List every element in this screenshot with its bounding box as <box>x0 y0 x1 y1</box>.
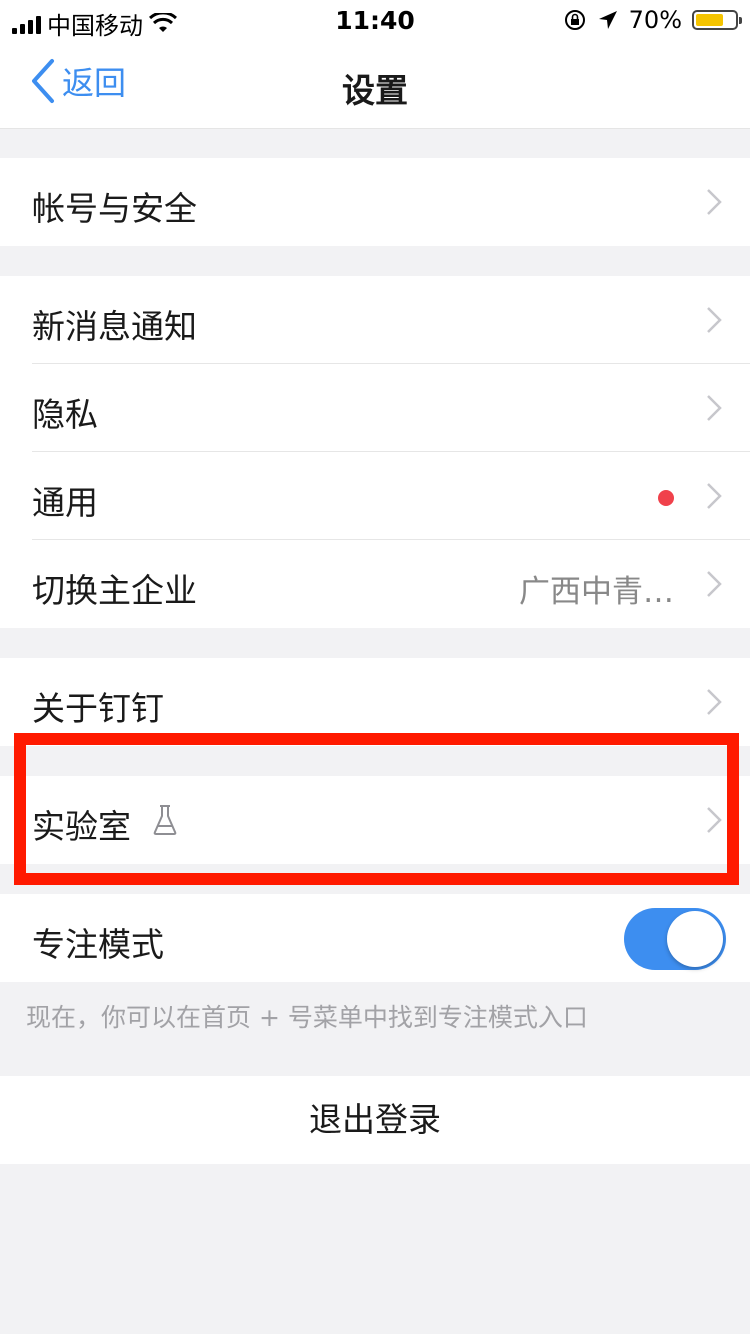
highlight-frame <box>14 733 739 885</box>
location-arrow-icon <box>598 11 617 29</box>
chevron-right-icon <box>707 189 722 215</box>
toggle-knob <box>667 911 723 967</box>
focus-mode-toggle[interactable] <box>624 908 726 970</box>
battery-icon <box>692 10 742 30</box>
chevron-right-icon <box>707 571 722 597</box>
setting-new-message-notice[interactable]: 新消息通知 <box>0 276 750 364</box>
battery-percent: 70% <box>628 6 682 34</box>
page-title: 设置 <box>342 71 408 110</box>
enterprise-value: 广西中青… <box>519 574 674 610</box>
orientation-lock-icon <box>564 10 585 30</box>
unread-dot-badge <box>658 490 674 506</box>
chevron-right-icon <box>707 689 722 715</box>
setting-general[interactable]: 通用 <box>0 452 750 540</box>
focus-mode-hint: 现在，你可以在首页 + 号菜单中找到专注模式入口 <box>26 1003 588 1032</box>
chevron-right-icon <box>707 483 722 509</box>
status-bar: 中国移动 11:40 70% <box>0 0 750 40</box>
logout-button[interactable]: 退出登录 <box>0 1076 750 1164</box>
setting-focus-mode: 专注模式 <box>0 894 750 982</box>
status-right: 70% <box>563 6 742 34</box>
setting-account-security[interactable]: 帐号与安全 <box>0 158 750 246</box>
setting-privacy[interactable]: 隐私 <box>0 364 750 452</box>
chevron-right-icon <box>707 307 722 333</box>
nav-bar: 返回 设置 <box>0 40 750 129</box>
setting-label: 专注模式 <box>32 925 164 964</box>
setting-label: 关于钉钉 <box>32 689 164 728</box>
chevron-right-icon <box>707 395 722 421</box>
setting-label: 通用 <box>32 483 98 522</box>
setting-label: 帐号与安全 <box>32 189 197 228</box>
setting-switch-enterprise[interactable]: 切换主企业 广西中青… <box>0 540 750 628</box>
battery-fill <box>696 14 723 26</box>
setting-label: 新消息通知 <box>32 307 197 346</box>
setting-label: 隐私 <box>32 395 98 434</box>
setting-label: 切换主企业 <box>32 571 197 610</box>
